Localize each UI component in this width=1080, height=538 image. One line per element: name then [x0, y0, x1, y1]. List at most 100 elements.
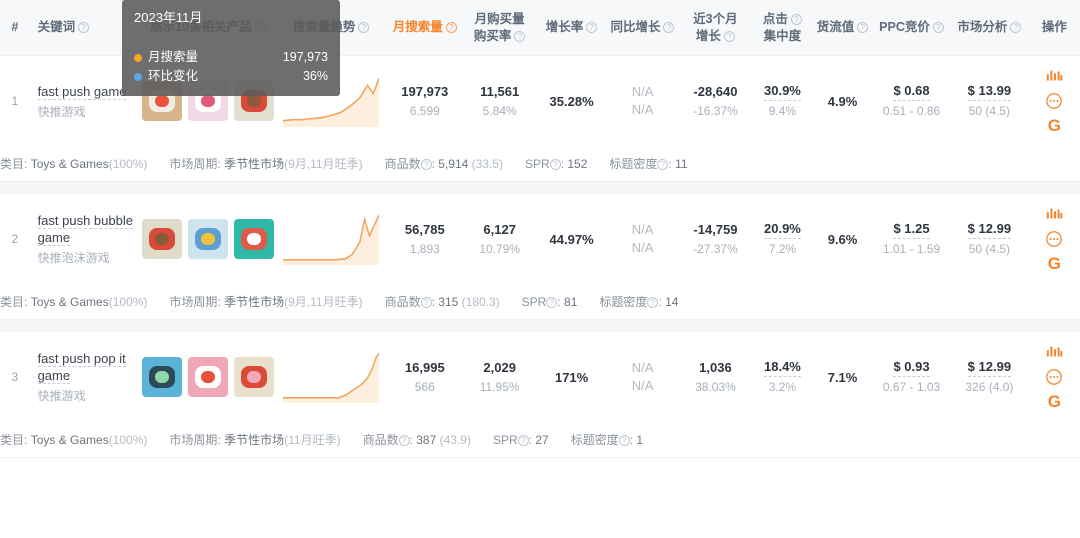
product-thumbnail[interactable]	[234, 219, 274, 259]
google-icon[interactable]: G	[1045, 117, 1063, 135]
help-icon[interactable]: ?	[724, 31, 735, 42]
column-header-growth-rate[interactable]: 增长率?	[536, 19, 607, 36]
keyword-text[interactable]: fast push pop it game	[38, 351, 126, 384]
ppc-bid-value: $ 0.93	[893, 358, 929, 377]
three-month-growth-sub-value: -27.37%	[693, 240, 738, 258]
help-icon[interactable]: ?	[358, 22, 369, 33]
keyword-cell: fast push bubble game快推泡沫游戏	[30, 194, 140, 284]
detail-category: 类目: Toys & Games(100%)	[0, 293, 147, 310]
click-concentration-sub-value: 7.2%	[769, 240, 796, 258]
flow-value-cell: 9.6%	[812, 194, 873, 284]
row-index: 3	[0, 332, 30, 422]
more-circle-icon[interactable]	[1045, 230, 1063, 248]
keyword-detail-row: 类目: Toys & Games(100%)市场周期: 季节性市场(9月,11月…	[0, 146, 1080, 182]
click-concentration-value: 18.4%	[764, 358, 801, 377]
keyword-text[interactable]: fast push game	[38, 84, 127, 100]
detail-title-density: 标题密度?: 14	[599, 293, 678, 310]
ppc-bid-sub-value: 1.01 - 1.59	[883, 240, 940, 258]
keyword-text[interactable]: fast push bubble game	[38, 213, 133, 246]
row-separator	[0, 320, 1080, 332]
tooltip-row-value: 197,973	[283, 48, 328, 67]
search-trend-sparkline[interactable]	[283, 213, 379, 265]
search-trend-cell	[276, 194, 386, 284]
help-icon[interactable]: ?	[399, 435, 410, 446]
click-concentration: 18.4%3.2%	[753, 332, 812, 422]
product-thumbnail[interactable]	[188, 219, 228, 259]
help-icon[interactable]: ?	[1010, 22, 1021, 33]
yoy-growth-cell: N/AN/A	[607, 56, 678, 146]
help-icon[interactable]: ?	[78, 22, 89, 33]
monthly-search-value: 16,995	[405, 359, 445, 377]
ppc-bid: $ 0.930.67 - 1.03	[873, 332, 950, 422]
product-thumbnail[interactable]	[188, 357, 228, 397]
help-icon[interactable]: ?	[857, 22, 868, 33]
keyword-detail-row: 类目: Toys & Games(100%) 市场周期: 季节性市场(9月,11月…	[0, 284, 1080, 320]
row-index: 1	[0, 56, 30, 146]
market-analysis: $ 13.9950 (4.5)	[950, 56, 1029, 146]
tooltip-row: 月搜索量 197,973	[134, 48, 328, 67]
flow-value-cell: 4.9%	[812, 56, 873, 146]
yoy-growth-value: N/A	[632, 221, 654, 239]
three-month-growth: -28,640-16.37%	[678, 56, 753, 146]
monthly-search-sub-value: 6,599	[410, 102, 440, 120]
more-circle-icon[interactable]	[1045, 92, 1063, 110]
market-analysis: $ 12.9950 (4.5)	[950, 194, 1029, 284]
google-icon[interactable]: G	[1045, 255, 1063, 273]
monthly-search-value: 56,785	[405, 221, 445, 239]
product-thumbnail[interactable]	[142, 219, 182, 259]
detail-spr: SPR?: 81	[522, 295, 578, 309]
help-icon[interactable]: ?	[421, 159, 432, 170]
column-header-flow-value[interactable]: 货流值?	[812, 19, 873, 36]
yoy-growth-value: N/A	[632, 83, 654, 101]
yoy-growth-sub-value: N/A	[632, 239, 654, 257]
row-separator	[0, 182, 1080, 194]
column-header-market-analysis[interactable]: 市场分析?	[950, 19, 1029, 36]
help-icon[interactable]: ?	[933, 22, 944, 33]
bar-chart-icon[interactable]	[1045, 205, 1063, 223]
help-icon[interactable]: ?	[550, 159, 561, 170]
search-trend-sparkline[interactable]	[283, 351, 379, 403]
ppc-bid-value: $ 0.68	[893, 82, 929, 101]
bar-chart-icon[interactable]	[1045, 67, 1063, 85]
help-icon[interactable]: ?	[514, 31, 525, 42]
product-thumbnail[interactable]	[142, 357, 182, 397]
legend-dot-icon	[134, 54, 142, 62]
yoy-growth-cell: N/AN/A	[607, 332, 678, 422]
market-analysis-sub-value: 50 (4.5)	[969, 102, 1010, 120]
keyword-translation: 快推游戏	[38, 103, 86, 120]
column-header-monthly-search[interactable]: 月搜索量?	[386, 19, 463, 36]
detail-market-cycle: 市场周期: 季节性市场(9月,11月旺季)	[169, 293, 362, 310]
help-icon[interactable]: ?	[619, 435, 630, 446]
keyword-cell: fast push pop it game快推游戏	[30, 332, 140, 422]
help-icon[interactable]: ?	[791, 14, 802, 25]
help-icon[interactable]: ?	[663, 22, 674, 33]
column-header-ppc-bid[interactable]: PPC竞价?	[873, 19, 950, 36]
more-circle-icon[interactable]	[1045, 368, 1063, 386]
detail-market-cycle: 市场周期: 季节性市场(11月旺季)	[169, 431, 340, 448]
monthly-purchase-value: 2,029	[483, 359, 516, 377]
help-icon[interactable]: ?	[586, 22, 597, 33]
detail-product-count: 商品数?: 5,914 (33.5)	[385, 155, 503, 172]
help-icon[interactable]: ?	[421, 297, 432, 308]
monthly-purchase-sub-value: 11.95%	[480, 378, 520, 396]
help-icon[interactable]: ?	[546, 297, 557, 308]
column-header-click-concentration[interactable]: 点击?集中度	[753, 11, 812, 45]
column-header-yoy-growth[interactable]: 同比增长?	[607, 19, 678, 36]
click-concentration-sub-value: 9.4%	[769, 102, 796, 120]
column-header-monthly-purchase[interactable]: 月购买量购买率?	[463, 11, 536, 45]
help-icon[interactable]: ?	[446, 22, 457, 33]
column-header-index: #	[0, 19, 30, 36]
help-icon[interactable]: ?	[657, 159, 668, 170]
product-thumbnail[interactable]	[234, 357, 274, 397]
help-icon[interactable]: ?	[647, 297, 658, 308]
google-icon[interactable]: G	[1045, 393, 1063, 411]
click-concentration: 20.9%7.2%	[753, 194, 812, 284]
column-header-three-month-growth[interactable]: 近3个月增长?	[678, 11, 753, 45]
flow-value-cell: 7.1%	[812, 332, 873, 422]
keyword-research-table: # 关键词? 展示10条相关产品? 搜索量趋势? 月搜索量? 月购买量购买率? …	[0, 0, 1080, 538]
market-analysis-sub-value: 326 (4.0)	[965, 378, 1013, 396]
bar-chart-icon[interactable]	[1045, 343, 1063, 361]
operations-cell: G	[1029, 332, 1080, 422]
three-month-growth-value: 1,036	[699, 359, 732, 377]
help-icon[interactable]: ?	[518, 435, 529, 446]
